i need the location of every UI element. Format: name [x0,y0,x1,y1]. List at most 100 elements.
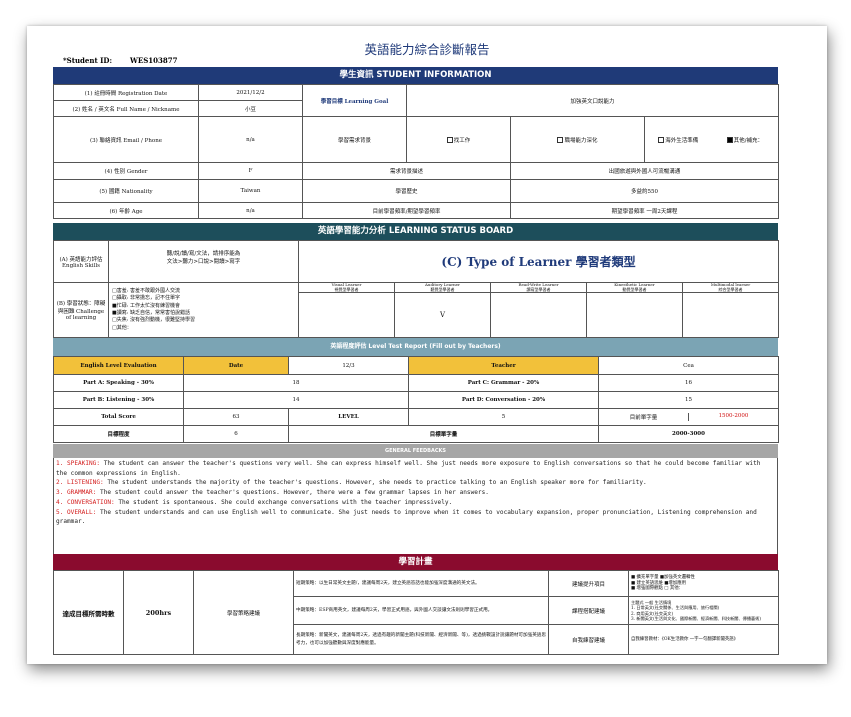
self-practice-label: 自我練習建議 [548,624,629,655]
checkbox-icon [446,137,453,143]
vocab-value: 1500-2000 [718,413,749,419]
conversation-label: Part D: Conversation - 20% [408,391,599,409]
gender-label: (4) 性別 Gender [53,162,199,180]
skills-text-1: 聽/說/讀/寫/文法，請排序能為 [166,251,241,257]
self-practice-value: 自我練習教材：《OK生活教你 一字一句翻譯新聞英語》 [628,624,779,655]
feedback-overall: 5. OVERALL: The student understands and … [56,508,757,526]
suggest-item: ■ 增強國際觀點 □ 其他： [631,586,684,592]
grammar-value: 16 [598,374,779,392]
goal-label: 學習目標 Learning Goal [302,84,407,117]
conversation-value: 15 [598,391,779,409]
total-score-label: Total Score [53,408,184,426]
feedback-list: 1. SPEAKING: The student can answer the … [53,458,778,554]
needs-label: 需求背景描述 [302,162,511,180]
target-vocab-value: 2000-3000 [598,425,779,443]
learner-mark-visual[interactable] [298,292,395,338]
challenge-item: □其他： [112,324,132,331]
feedback-grammar: 3. GRAMMAR: The student could answer the… [56,489,489,497]
mid-term-strategy: 中期策略：ESP商用英文，建議每周2天，學習正式用語，與外國人交談讓文法則則學習… [293,596,549,625]
name-label: (2) 姓名 / 英文名 Full Name / Nickname [53,100,199,117]
eval-label: English Level Evaluation [53,356,184,375]
frequency-label: 目前學習頻率/期望學習頻率 [302,202,511,219]
needs-value: 出國旅遊與外國人可流暢溝通 [509,162,780,180]
section-header-plan: 學習計畫 [53,554,778,570]
learning-status-table: (A) 英語能力評估 English Skills 聽/說/讀/寫/文法，請排序… [53,240,780,338]
challenge-item: ■忙碌: 工作太忙沒有練習機會 [112,302,180,309]
frequency-value: 期望學習頻率 一周2天課程 [509,202,780,219]
material-label: 課程搭配建議 [548,596,629,625]
date-value: 12/3 [288,356,409,375]
strategy-label: 學習策略建議 [193,570,294,655]
name-value: 小豆 [198,100,303,117]
teacher-value: Cea [598,356,779,375]
target-level-label: 目標程度 [53,425,184,443]
learner-mark-read-write[interactable] [490,292,587,338]
bg-option-overseas[interactable]: 海外生活準備 [646,136,712,144]
challenge-label: (B) 學習狀態：障礙與困難 Challenge of learning [53,282,109,338]
material-item: 3. 新聞英文(生活與文化、國際新聞、經濟新聞、科技新聞、傳播藝術) [631,615,762,621]
level-label: LEVEL [288,408,409,426]
section-header-status: 英語學習能力分析 LEARNING STATUS BOARD [53,223,778,240]
challenge-item: □失焦: 沒有強烈動機，很難堅持學習 [112,317,195,324]
checkbox-icon [557,137,564,143]
speaking-label: Part A: Speaking - 30% [53,374,184,392]
learner-type-kinesthetic: Kinesthetic Learner 動覺型學習者 [586,282,683,293]
skills-label: (A) 英語能力評估 English Skills [53,240,109,283]
student-info-table: (1) 註冊時間 Registration Date 2021/12/2 學習目… [53,84,780,219]
target-vocab-label: 目標單字量 [288,425,599,443]
reg-date-value: 2021/12/2 [198,84,303,101]
age-value: n/a [198,202,303,219]
learner-type-auditory: Auditory Learner 聽覺型學習者 [394,282,491,293]
learner-type-read-write: Read-Write Learner 讀寫型學習者 [490,282,587,293]
level-test-table: English Level Evaluation Date 12/3 Teach… [53,356,779,443]
plan-goal-label: 達成目標所需時數 [53,570,124,655]
feedback-speaking: 1. SPEAKING: The student can answer the … [56,460,761,477]
feedback-listening: 2. LISTENING: The student understands th… [56,479,647,487]
report-page: 英語能力綜合診斷報告 *Student ID: WES103877 學生資訊 S… [27,26,827,664]
target-level-value: 6 [183,425,289,443]
history-value: 多益約550 [509,179,780,203]
contact-value: n/a [198,116,303,163]
feedback-conversation: 4. CONVERSATION: The student is spontane… [56,498,453,506]
long-term-strategy: 長期策略：新聞英文，建議每周2天，透過有趣的新聞主題(科技新聞、經濟新聞、等)，… [293,624,549,655]
listening-label: Part B: Listening - 30% [53,391,184,409]
goal-value: 加強英文口說能力 [405,84,780,117]
plan-hours: 200hrs [123,570,194,655]
learning-plan-table: 達成目標所需時數 200hrs 學習策略建議 短期策略：以生日常英文主題/，建議… [53,570,779,655]
reg-date-label: (1) 註冊時間 Registration Date [53,84,199,101]
learner-type-title: (C) Type of Learner 學習者類型 [297,240,780,283]
teacher-label: Teacher [408,356,599,375]
date-label: Date [183,356,289,375]
level-value: 5 [408,408,599,426]
vocab-label: 目前單字量 [600,413,689,421]
age-label: (6) 年齡 Age [53,202,199,219]
history-label: 學習歷史 [302,179,511,203]
section-header-info: 學生資訊 STUDENT INFORMATION [53,67,778,84]
contact-label: (3) 聯絡資訊 Email / Phone [53,116,199,163]
nationality-value: Taiwan [198,179,303,203]
student-id-value: WES103877 [130,56,178,65]
nationality-label: (5) 國籍 Nationality [53,179,199,203]
checkbox-icon [658,137,665,143]
checkbox-checked-icon [726,137,733,143]
section-header-feedback: GENERAL FEEDBACKS [53,444,778,458]
short-term-strategy: 短期策略：以生日常英文主題/，建議每周2天，建立英語答話也能加強深度溝通的英文法… [293,570,549,597]
learner-mark-kinesthetic[interactable] [586,292,683,338]
challenge-item: □攝取: 非常擔忘，記不住單字 [112,295,180,302]
bg-option-other[interactable]: 其他/補充： [712,136,778,144]
speaking-value: 18 [183,374,409,392]
background-label: 學習需求背景 [302,116,407,163]
gender-value: F [198,162,303,180]
section-header-level: 英語程度評估 Level Test Report (Fill out by Te… [53,338,778,356]
suggest-label: 建議提升項目 [548,570,629,597]
learner-mark-auditory[interactable]: V [394,292,491,338]
listening-value: 14 [183,391,409,409]
learner-type-visual: Visual Learner 視覺型學習者 [298,282,395,293]
learner-mark-multimodal[interactable] [681,292,780,338]
grammar-label: Part C: Grammar - 20% [408,374,599,392]
skills-text-2: 文法>聽力>口說>閱讀>寫字 [166,259,241,265]
bg-option-job[interactable]: 找工作 [406,116,511,163]
total-score-value: 63 [183,408,289,426]
bg-option-career[interactable]: 職場能力深化 [510,116,645,163]
learner-type-multimodal: Multimodal learner 綜合型學習者 [681,282,780,293]
